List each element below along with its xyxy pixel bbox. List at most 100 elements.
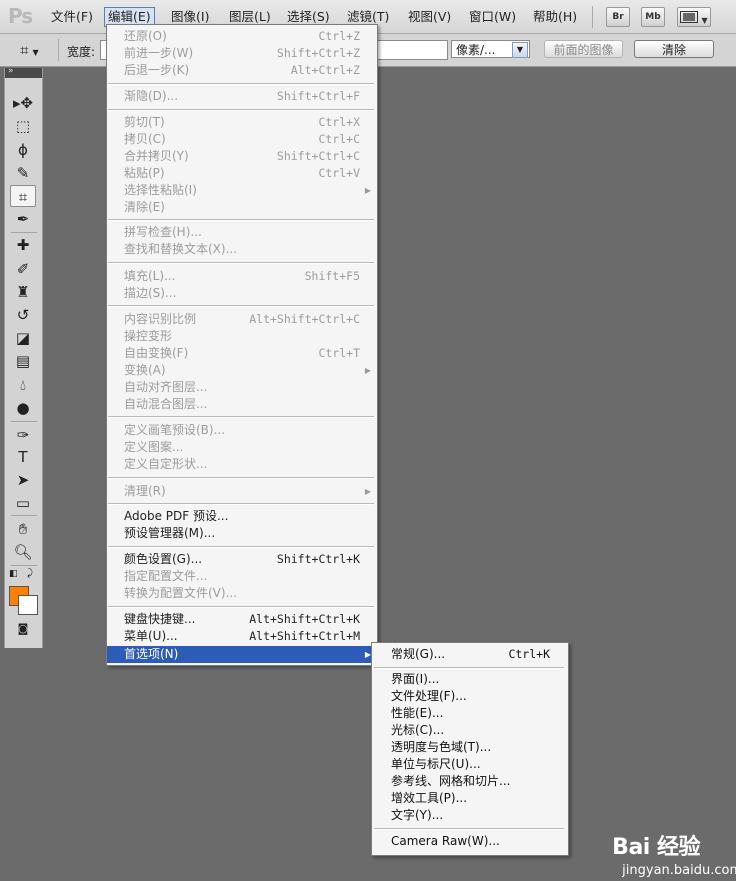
menu-separator [108, 219, 374, 221]
menu-item-content-aware-scale[interactable]: 内容识别比例 Alt+Shift+Ctrl+C [107, 311, 377, 328]
film-strip-icon [680, 11, 699, 23]
menu-item-step-forward[interactable]: 前进一步(W) Shift+Ctrl+Z [107, 45, 377, 62]
preferences-submenu: 常规(G)... Ctrl+K 界面(I)... 文件处理(F)... 性能(E)… [371, 642, 569, 856]
quick-selection-tool-icon[interactable]: ✎ [10, 162, 36, 184]
menu-item-paste[interactable]: 粘贴(P) Ctrl+V [107, 165, 377, 182]
default-colors-icon[interactable]: ◧ [9, 569, 18, 579]
crop-tool-preset-icon[interactable]: ⌗ ▼ [20, 41, 39, 59]
hand-tool-icon[interactable]: ✋︎ [10, 518, 36, 540]
menu-item-copy-merged[interactable]: 合并拷贝(Y) Shift+Ctrl+C [107, 148, 377, 165]
submenu-arrow-icon: ▶ [364, 487, 371, 496]
gradient-tool-icon[interactable]: ▤ [10, 350, 36, 372]
submenu-item-file-handling[interactable]: 文件处理(F)... [372, 688, 568, 705]
bridge-button[interactable]: Br [606, 7, 630, 27]
submenu-item-camera-raw[interactable]: Camera Raw(W)... [372, 833, 568, 850]
dodge-tool-icon[interactable]: ● [10, 397, 36, 419]
eraser-tool-icon[interactable]: ◪ [10, 327, 36, 349]
menu-item-paste-special[interactable]: 选择性粘贴(I) ▶ [107, 182, 377, 199]
submenu-item-units-rulers[interactable]: 单位与标尺(U)... [372, 756, 568, 773]
crop-tool-icon[interactable]: ⌗ [10, 185, 36, 207]
submenu-item-transparency-gamut[interactable]: 透明度与色域(T)... [372, 739, 568, 756]
mini-bridge-button[interactable]: Mb [641, 7, 665, 27]
submenu-item-general[interactable]: 常规(G)... Ctrl+K [372, 646, 568, 663]
photoshop-logo: Ps [8, 4, 33, 28]
width-label: 宽度: [67, 45, 96, 59]
eyedropper-tool-icon[interactable]: ✒ [10, 208, 36, 230]
menu-item-transform[interactable]: 变换(A) ▶ [107, 362, 377, 379]
menu-item-preferences[interactable]: 首选项(N) ▶ [107, 646, 377, 663]
menu-item-keyboard-shortcuts[interactable]: 键盘快捷键... Alt+Shift+Ctrl+K [107, 611, 377, 628]
menu-item-stroke[interactable]: 描边(S)... [107, 285, 377, 302]
front-image-button[interactable]: 前面的图像 [544, 40, 623, 58]
menu-item-puppet-warp[interactable]: 操控变形 [107, 328, 377, 345]
menu-item-define-pattern[interactable]: 定义图案... [107, 439, 377, 456]
menu-item-free-transform[interactable]: 自由变换(F) Ctrl+T [107, 345, 377, 362]
menu-separator [108, 262, 374, 264]
chevron-down-icon: ▼ [32, 48, 39, 57]
screen-mode-button[interactable]: ▼ [677, 7, 711, 27]
menu-item-fade[interactable]: 渐隐(D)... Shift+Ctrl+F [107, 88, 377, 105]
menu-item-color-settings[interactable]: 颜色设置(G)... Shift+Ctrl+K [107, 551, 377, 568]
type-tool-icon[interactable]: T [10, 446, 36, 468]
rectangle-tool-icon[interactable]: ▭ [10, 492, 36, 514]
collapse-icon[interactable]: » [8, 66, 14, 76]
history-brush-tool-icon[interactable]: ↺ [10, 304, 36, 326]
clear-button[interactable]: 清除 [634, 40, 714, 58]
menu-item-auto-align-layers[interactable]: 自动对齐图层... [107, 379, 377, 396]
submenu-item-interface[interactable]: 界面(I)... [372, 671, 568, 688]
tools-panel-header[interactable]: » [5, 66, 42, 78]
background-color-swatch[interactable] [18, 595, 38, 615]
resolution-unit-select[interactable]: 像素/... ▼ [451, 40, 530, 58]
pen-tool-icon[interactable]: ✑ [10, 424, 36, 446]
menu-separator [108, 416, 374, 418]
menu-item-define-brush-preset[interactable]: 定义画笔预设(B)... [107, 422, 377, 439]
submenu-item-type[interactable]: 文字(Y)... [372, 807, 568, 824]
menu-separator [374, 828, 564, 830]
menu-separator [108, 109, 374, 111]
menu-item-step-backward[interactable]: 后退一步(K) Alt+Ctrl+Z [107, 62, 377, 79]
baidu-jingyan-watermark: Bai 经验 jingyan.baidu.com [612, 829, 736, 878]
menu-separator [108, 83, 374, 85]
menu-item-assign-profile[interactable]: 指定配置文件... [107, 568, 377, 585]
menu-item-copy[interactable]: 拷贝(C) Ctrl+C [107, 131, 377, 148]
menubar-divider [592, 6, 593, 28]
menu-view[interactable]: 视图(V) [405, 8, 454, 26]
menu-file[interactable]: 文件(F) [48, 8, 96, 26]
submenu-item-guides-grid-slices[interactable]: 参考线、网格和切片... [372, 773, 568, 790]
menu-item-find-replace-text[interactable]: 查找和替换文本(X)... [107, 241, 377, 258]
submenu-item-plugins[interactable]: 增效工具(P)... [372, 790, 568, 807]
path-selection-tool-icon[interactable]: ➤ [10, 469, 36, 491]
watermark-site: jingyan.baidu.com [622, 863, 736, 878]
menu-help[interactable]: 帮助(H) [530, 8, 580, 26]
quick-mask-icon[interactable]: ◙ [10, 618, 36, 640]
menu-item-menus[interactable]: 菜单(U)... Alt+Shift+Ctrl+M [107, 628, 377, 645]
brush-tool-icon[interactable]: ✐ [10, 258, 36, 280]
menu-item-define-custom-shape[interactable]: 定义自定形状... [107, 456, 377, 473]
menu-item-auto-blend-layers[interactable]: 自动混合图层... [107, 396, 377, 413]
menu-item-undo[interactable]: 还原(O) Ctrl+Z [107, 28, 377, 45]
menu-item-purge[interactable]: 清理(R) ▶ [107, 483, 377, 500]
blur-tool-icon[interactable]: 💧︎ [10, 374, 36, 396]
menu-window[interactable]: 窗口(W) [466, 8, 519, 26]
marquee-tool-icon[interactable]: ⬚ [10, 115, 36, 137]
chevron-down-icon: ▼ [512, 42, 528, 58]
menu-item-preset-manager[interactable]: 预设管理器(M)... [107, 525, 377, 542]
submenu-item-cursors[interactable]: 光标(C)... [372, 722, 568, 739]
menu-item-convert-to-profile[interactable]: 转换为配置文件(V)... [107, 585, 377, 602]
spot-healing-tool-icon[interactable]: ✚ [10, 234, 36, 256]
zoom-tool-icon[interactable]: 🔍︎ [10, 541, 36, 563]
menu-item-clear[interactable]: 清除(E) [107, 199, 377, 216]
move-tool-icon[interactable]: ▸✥ [10, 92, 36, 114]
tools-divider [11, 565, 37, 566]
menu-item-fill[interactable]: 填充(L)... Shift+F5 [107, 268, 377, 285]
submenu-arrow-icon: ▶ [364, 366, 371, 375]
swap-colors-icon[interactable]: ⤸ [27, 568, 33, 579]
chevron-down-icon: ▼ [701, 16, 708, 25]
menu-item-check-spelling[interactable]: 拼写检查(H)... [107, 224, 377, 241]
lasso-tool-icon[interactable]: ϕ [10, 139, 36, 161]
resolution-input[interactable] [376, 40, 448, 60]
menu-item-adobe-pdf-presets[interactable]: Adobe PDF 预设... [107, 508, 377, 525]
submenu-item-performance[interactable]: 性能(E)... [372, 705, 568, 722]
menu-item-cut[interactable]: 剪切(T) Ctrl+X [107, 114, 377, 131]
clone-stamp-tool-icon[interactable]: ♜ [10, 281, 36, 303]
